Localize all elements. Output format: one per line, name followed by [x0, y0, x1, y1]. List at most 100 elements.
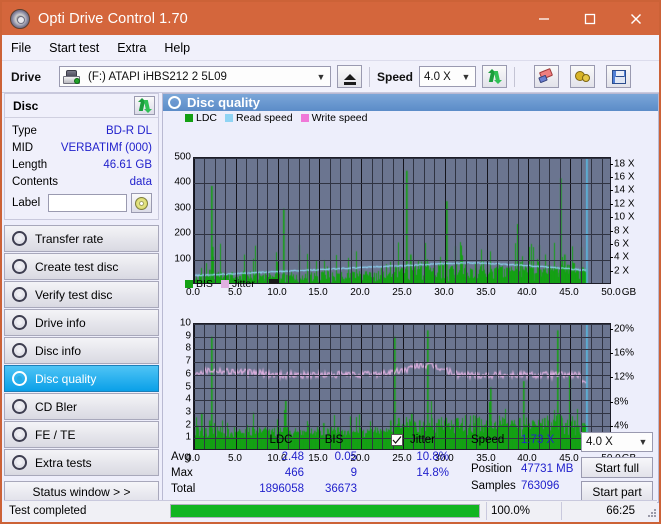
stats-header-bis: BIS — [324, 434, 344, 446]
eject-button[interactable] — [337, 65, 362, 88]
menu-item-start-test[interactable]: Start test — [49, 39, 109, 57]
sidebar-item-fe-te[interactable]: FE / TE — [4, 421, 159, 448]
title-bar: Opti Drive Control 1.70 — [2, 2, 659, 35]
chevron-down-icon: ▼ — [316, 71, 326, 82]
close-icon[interactable] — [613, 2, 659, 35]
menu-item-help[interactable]: Help — [164, 39, 200, 57]
legend-item-jitter: Jitter — [220, 278, 255, 290]
refresh-button[interactable] — [482, 65, 507, 88]
app-disc-icon — [10, 8, 30, 29]
disc-icon — [12, 371, 27, 386]
sidebar-item-extra-tests[interactable]: Extra tests — [4, 449, 159, 476]
x-tick-label: 15.0 — [308, 287, 328, 298]
disc-row-type: Type BD-R DL — [12, 122, 152, 139]
disc-refresh-button[interactable] — [134, 96, 155, 115]
x-tick-label: 30.0 — [434, 287, 454, 298]
sidebar-label: Create test disc — [35, 259, 119, 274]
start-full-button[interactable]: Start full — [581, 457, 653, 478]
position-stat-value: 47731 MB — [521, 463, 574, 475]
disc-info-panel: Disc Type BD-R DL MID VERBATIMf (000) Le… — [4, 93, 159, 220]
legend-item-write-speed: Write speed — [300, 112, 368, 124]
speed-select-value: 4.0 X — [424, 70, 451, 83]
sidebar-item-transfer-rate[interactable]: Transfer rate — [4, 225, 159, 252]
x-tick-label: 50.0 — [601, 287, 621, 298]
disc-label-input[interactable] — [48, 194, 128, 212]
status-message: Test completed — [9, 504, 87, 517]
disc-length-value: 46.61 GB — [103, 158, 152, 171]
status-bar: Test completed 100.0% 66:25 — [4, 500, 657, 520]
toolbar-divider-2 — [514, 66, 515, 87]
disc-icon — [12, 427, 27, 442]
minimize-icon[interactable] — [521, 2, 567, 35]
refresh-icon — [137, 98, 152, 113]
y2-tick-label: 10 X — [614, 211, 635, 223]
stats-row-max-label: Max — [171, 467, 193, 479]
menu-item-extra[interactable]: Extra — [117, 39, 156, 57]
sidebar-item-create-test-disc[interactable]: Create test disc — [4, 253, 159, 280]
sidebar-label: Drive info — [35, 315, 86, 330]
sidebar-label: Verify test disc — [35, 287, 113, 302]
sidebar-label: FE / TE — [35, 427, 76, 442]
disc-label-button[interactable] — [130, 193, 152, 213]
sidebar-item-disc-info[interactable]: Disc info — [4, 337, 159, 364]
start-part-button[interactable]: Start part — [581, 481, 653, 502]
drive-select-value: (F:) ATAPI iHBS212 2 5L09 — [88, 70, 227, 83]
disc-icon — [12, 259, 27, 274]
stats-row-total-label: Total — [171, 483, 196, 495]
x-tick-label: 45.0 — [559, 287, 579, 298]
speed-stat-label: Speed — [471, 434, 505, 446]
sidebar-item-disc-quality[interactable]: Disc quality — [4, 365, 159, 392]
disc-panel-title: Disc — [13, 98, 39, 113]
ldc-avg-value: 2.48 — [281, 451, 304, 463]
y-tick-label: 6 — [185, 368, 191, 380]
menu-item-file[interactable]: File — [11, 39, 41, 57]
refresh-icon — [487, 69, 502, 84]
bis-max-value: 9 — [350, 467, 357, 479]
legend-label: Read speed — [236, 112, 293, 124]
legend-label: BIS — [196, 278, 213, 290]
sidebar-item-cd-bler[interactable]: CD Bler — [4, 393, 159, 420]
menu-bar: File Start test Extra Help — [2, 35, 659, 61]
eject-icon — [343, 73, 356, 85]
drag-handle[interactable] — [268, 279, 278, 284]
legend-item-read-speed: Read speed — [225, 112, 293, 124]
application-window: Opti Drive Control 1.70 File Start test … — [0, 0, 661, 524]
disc-icon — [12, 231, 27, 246]
disc-row-label: Label — [12, 193, 152, 213]
y2-tick-label: 8% — [614, 396, 629, 408]
result-speed-select[interactable]: 4.0 X ▼ — [581, 432, 653, 452]
legend-swatch — [185, 280, 193, 288]
sidebar-item-verify-test-disc[interactable]: Verify test disc — [4, 281, 159, 308]
sidebar-label: Disc quality — [35, 371, 97, 386]
top-chart-y-axis-right: 2 X 4 X6 X8 X 10 X 12 X 14 X 16 X 18 X — [610, 157, 648, 284]
y-tick-label: 5 — [185, 381, 191, 393]
toolbar: Drive (F:) ATAPI iHBS212 2 5L09 ▼ Speed … — [2, 61, 659, 93]
legend-swatch — [220, 280, 229, 288]
x-tick-label: 35.0 — [476, 287, 496, 298]
disc-label-label: Label — [12, 197, 41, 209]
drive-label: Drive — [11, 69, 42, 84]
samples-stat-value: 763096 — [521, 480, 560, 492]
maximize-icon[interactable] — [567, 2, 613, 35]
jitter-checkbox[interactable] — [391, 434, 403, 446]
panel-header: Disc quality — [163, 94, 658, 111]
disc-contents-value: data — [129, 175, 152, 188]
disc-mid-label: MID — [12, 141, 34, 154]
speed-select[interactable]: 4.0 X ▼ — [419, 66, 476, 87]
settings-button[interactable] — [570, 65, 595, 88]
toolbar-divider-1 — [369, 66, 370, 87]
disc-icon — [12, 287, 27, 302]
resize-grip-icon[interactable] — [643, 504, 657, 518]
speed-stat-value: 1.73 X — [521, 434, 555, 446]
sidebar-item-drive-info[interactable]: Drive info — [4, 309, 159, 336]
y-tick-label: 200 — [174, 227, 191, 239]
drive-select[interactable]: (F:) ATAPI iHBS212 2 5L09 ▼ — [59, 66, 331, 87]
progress-bar-fill — [171, 504, 479, 517]
top-chart-plot-area — [193, 157, 611, 284]
disc-quality-panel: Disc quality LDC Read speed Write speed … — [162, 93, 659, 503]
disc-row-contents: Contents data — [12, 173, 152, 190]
window-title: Opti Drive Control 1.70 — [38, 10, 188, 27]
legend-item-ldc: LDC — [185, 112, 217, 124]
erase-button[interactable] — [534, 65, 559, 88]
save-button[interactable] — [606, 65, 631, 88]
